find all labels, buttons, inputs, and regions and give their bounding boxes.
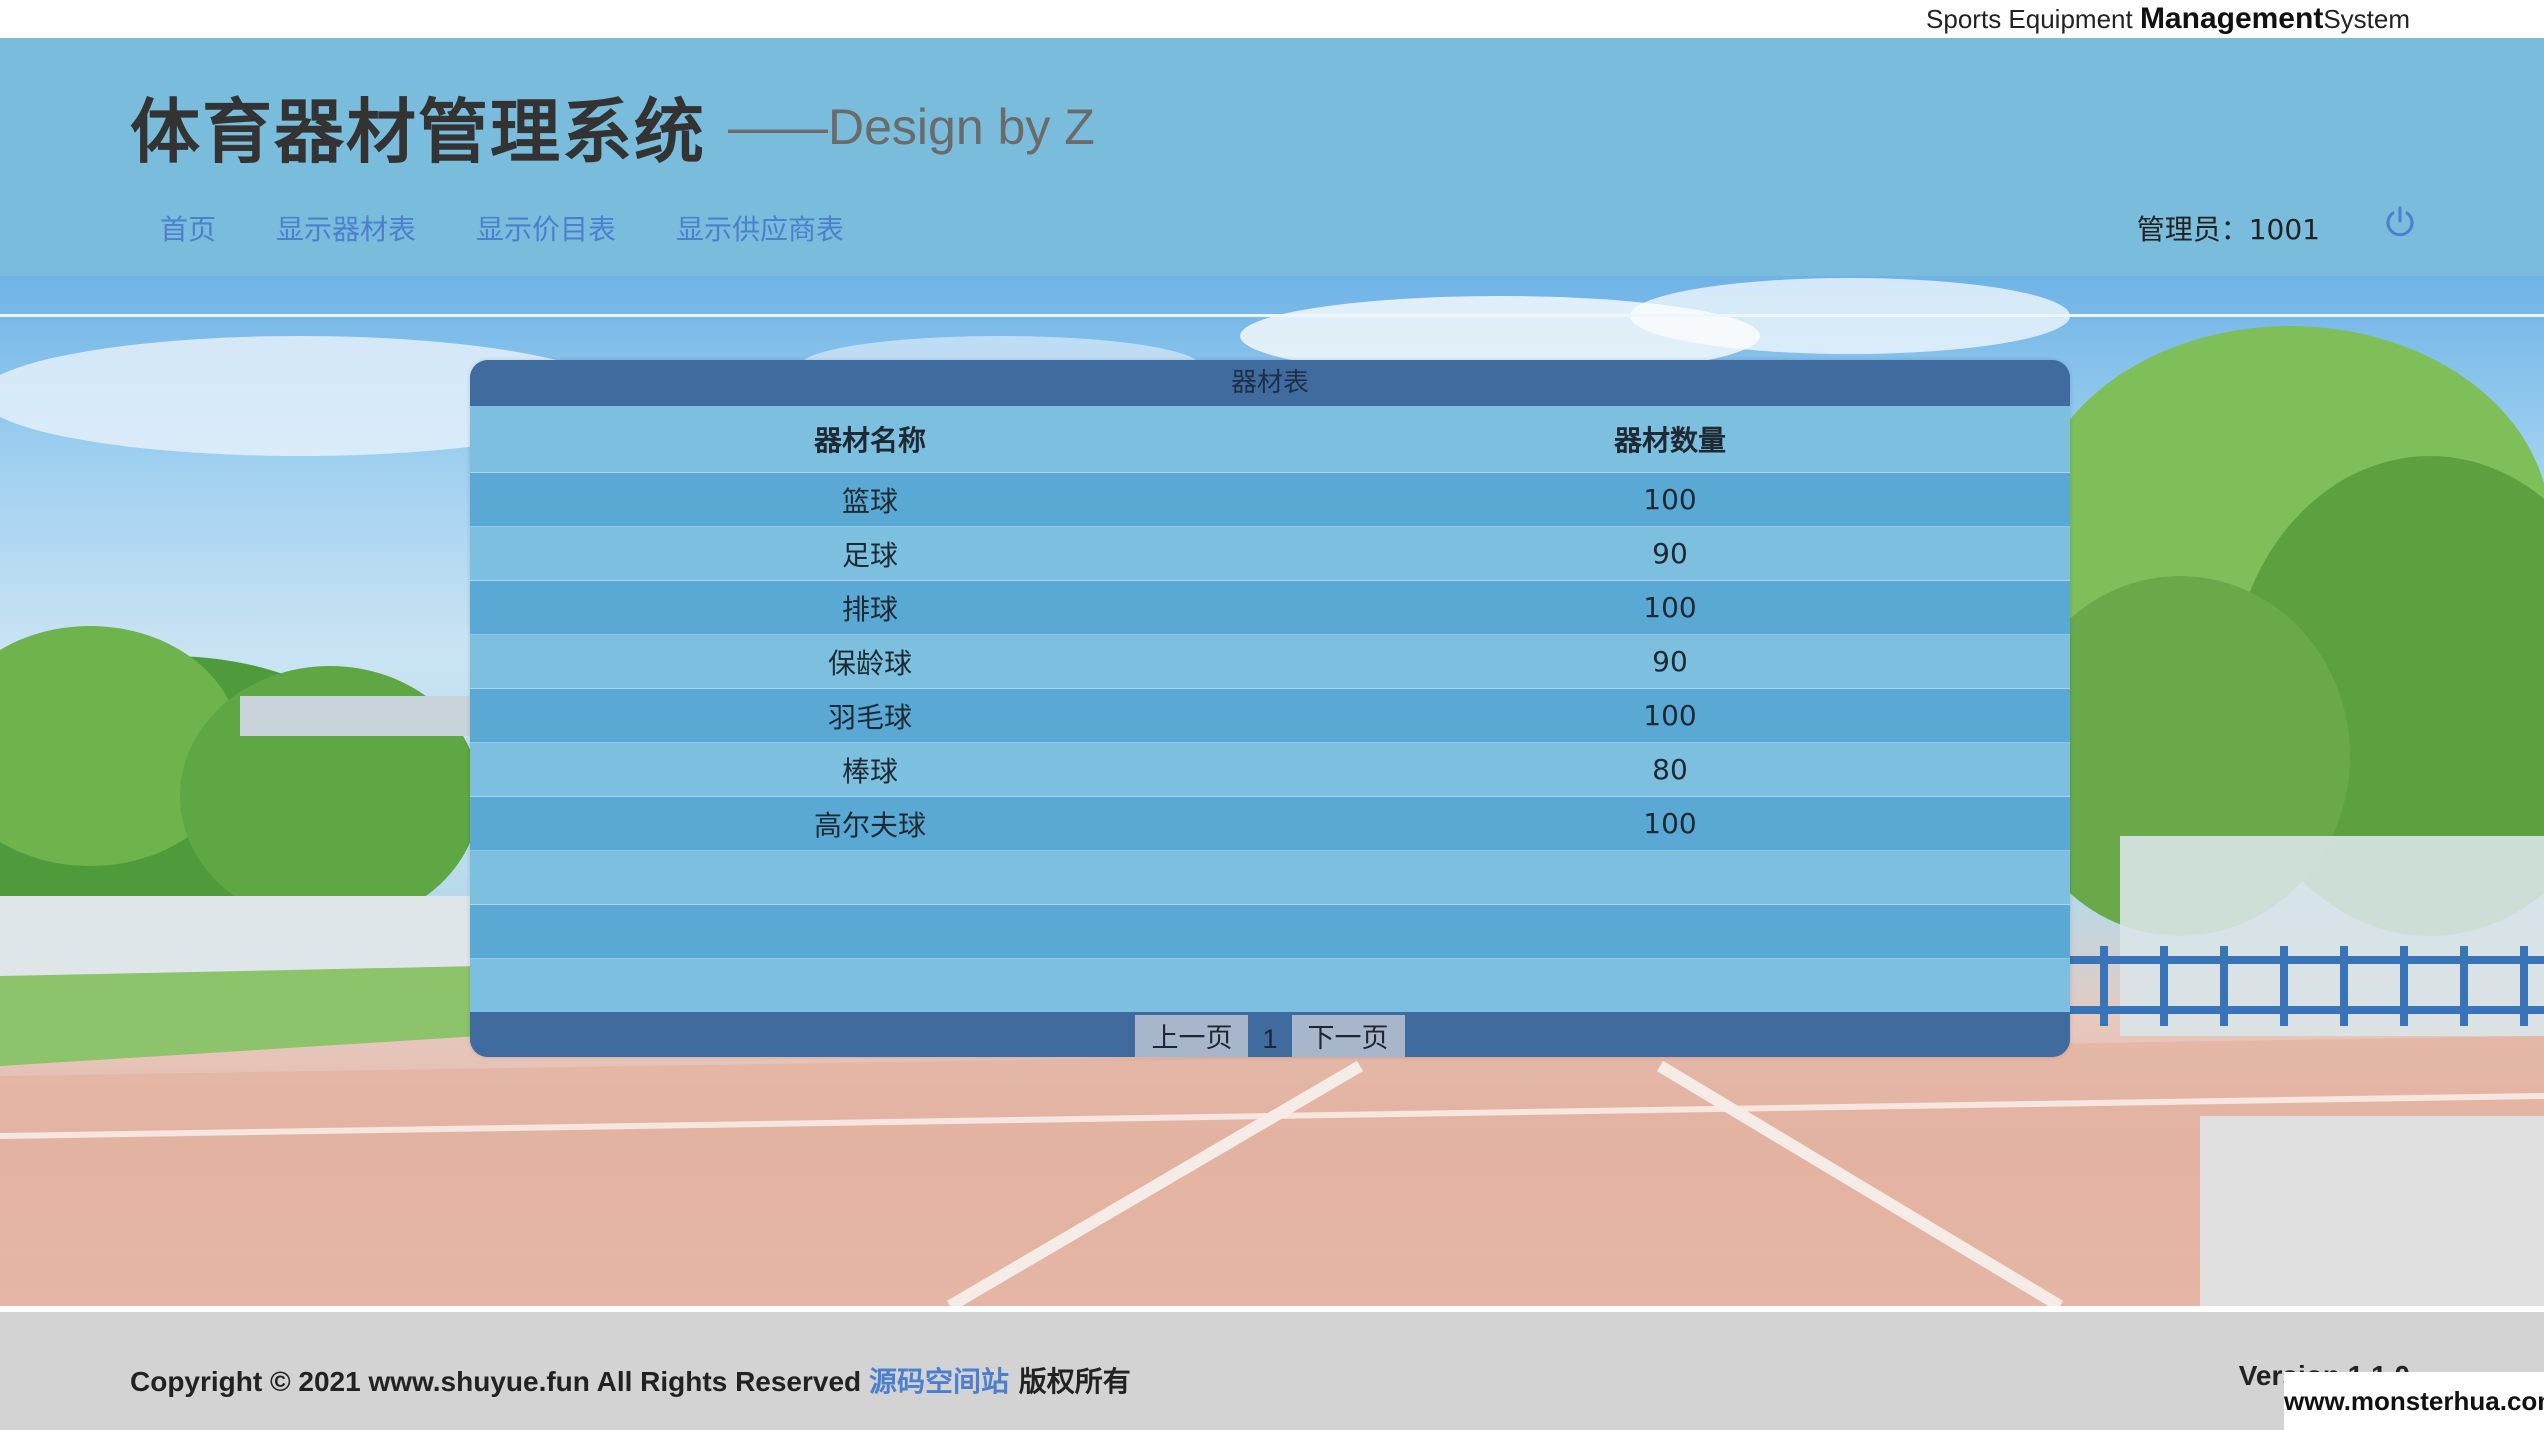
brand-post: System: [2323, 4, 2410, 34]
nav-item-price-table[interactable]: 显示价目表: [446, 208, 646, 248]
equipment-table: 器材名称 器材数量 篮球 100 足球 90 排球 100 保龄球 90 羽毛球 100 …: [470, 406, 2070, 1012]
column-header-quantity: 器材数量: [1613, 424, 1726, 457]
table-row: 排球 100: [470, 580, 2070, 635]
title-group: 体育器材管理系统 ——Design by Z: [130, 76, 1095, 177]
cell-name: 篮球: [841, 484, 898, 518]
cell-name: 羽毛球: [827, 700, 912, 734]
copyright-suffix: 版权所有: [1008, 1365, 1131, 1398]
equipment-table-panel: 器材表 器材名称 器材数量 篮球 100 足球 90 排球 100 保龄球 90 羽毛球…: [470, 360, 2070, 1057]
cell-quantity: 100: [1643, 591, 1697, 624]
table-caption: 器材表: [470, 360, 2070, 406]
nav-item-equipment-table[interactable]: 显示器材表: [246, 208, 446, 248]
header: 体育器材管理系统 ——Design by Z 首页 显示器材表 显示价目表 显示供…: [0, 38, 2544, 276]
next-page-button[interactable]: 下一页: [1291, 1015, 1405, 1057]
cell-name: [470, 905, 1270, 959]
cell-name: 排球: [841, 592, 898, 626]
brand-bold: Management: [2139, 2, 2324, 35]
cell-quantity: 90: [1652, 537, 1688, 570]
table-row: 篮球 100: [470, 472, 2070, 527]
header-divider: [0, 314, 2544, 317]
table-row: 棒球 80: [470, 742, 2070, 797]
cell-quantity: 100: [1643, 483, 1697, 516]
table-row-empty: [470, 850, 2070, 905]
cell-name: 高尔夫球: [813, 808, 926, 842]
table-row-empty: [470, 958, 2070, 1013]
cell-quantity: 90: [1652, 645, 1688, 678]
table-row: 足球 90: [470, 526, 2070, 581]
pagination: 上一页 1 下一页: [470, 1012, 2070, 1057]
cell-name: 足球: [841, 538, 898, 572]
cell-name: 棒球: [841, 754, 898, 788]
cell-name: 保龄球: [827, 646, 912, 680]
copyright-main: Copyright © 2021 www.shuyue.fun All Righ…: [130, 1366, 869, 1397]
cell-name: [470, 959, 1270, 1013]
copyright-text: Copyright © 2021 www.shuyue.fun All Righ…: [130, 1360, 1131, 1400]
power-icon[interactable]: [2382, 204, 2418, 240]
nav-item-home[interactable]: 首页: [136, 208, 246, 248]
admin-label: 管理员：1001: [2136, 213, 2320, 246]
brand-text: Sports Equipment ManagementSystem: [1926, 2, 2410, 36]
nav-item-supplier-table[interactable]: 显示供应商表: [646, 208, 874, 248]
footer: Copyright © 2021 www.shuyue.fun All Righ…: [0, 1306, 2544, 1430]
main-nav: 首页 显示器材表 显示价目表 显示供应商表: [136, 208, 874, 248]
cell-quantity: [1270, 905, 2070, 959]
page-title: 体育器材管理系统: [130, 91, 706, 173]
cell-name: [470, 851, 1270, 905]
table-row: 羽毛球 100: [470, 688, 2070, 743]
page-subtitle: ——Design by Z: [728, 98, 1095, 155]
table-header-row: 器材名称 器材数量: [470, 406, 2070, 473]
table-row: 高尔夫球 100: [470, 796, 2070, 851]
top-strip: Sports Equipment ManagementSystem: [0, 0, 2544, 38]
cell-quantity: 100: [1643, 807, 1697, 840]
copyright-link[interactable]: 源码空间站: [869, 1365, 1009, 1398]
table-row-empty: [470, 904, 2070, 959]
table-row: 保龄球 90: [470, 634, 2070, 689]
prev-page-button[interactable]: 上一页: [1135, 1015, 1249, 1057]
cell-quantity: [1270, 959, 2070, 1013]
current-page-number: 1: [1262, 1023, 1278, 1054]
cell-quantity: [1270, 851, 2070, 905]
cell-quantity: 100: [1643, 699, 1697, 732]
watermark: www.monsterhua.com: [2284, 1372, 2544, 1430]
brand-pre: Sports Equipment: [1926, 4, 2140, 34]
cell-quantity: 80: [1652, 753, 1688, 786]
column-header-name: 器材名称: [813, 424, 926, 457]
